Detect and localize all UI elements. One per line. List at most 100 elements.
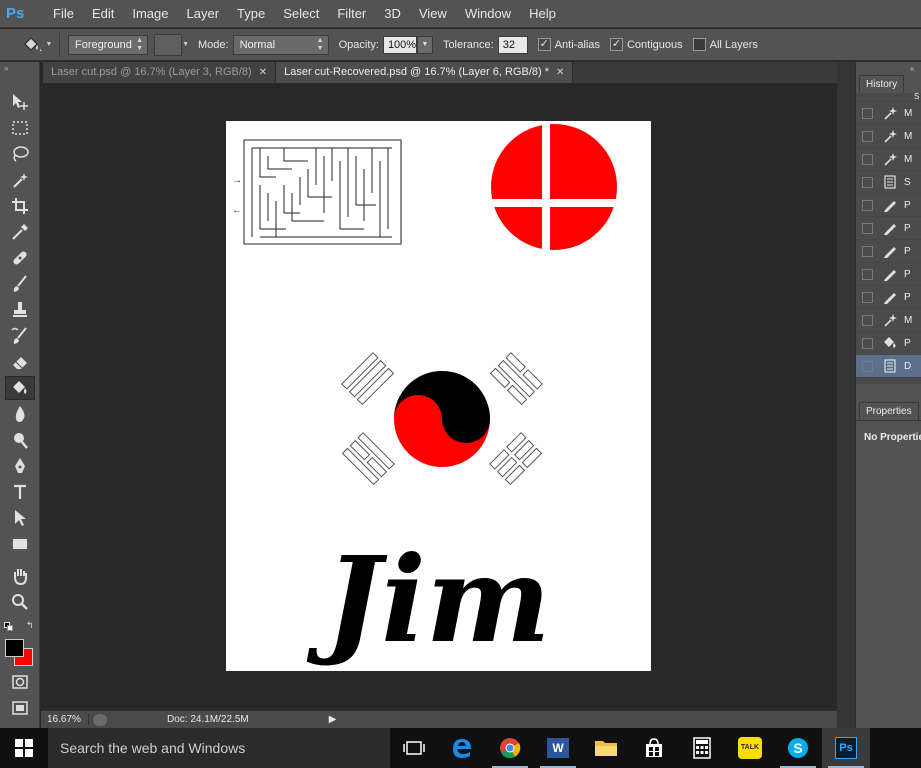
menu-view[interactable]: View [410, 0, 456, 28]
history-item[interactable]: M [856, 309, 921, 332]
close-icon[interactable]: ✕ [259, 67, 267, 78]
zoom-tool[interactable] [5, 590, 35, 614]
all-layers-checkbox[interactable] [692, 38, 706, 51]
history-item[interactable]: P [856, 217, 921, 240]
contiguous-checkbox[interactable]: ✓ [609, 38, 623, 51]
collapse-toolbar-icon[interactable]: » [4, 64, 8, 73]
zoom-level[interactable]: 16.67% [41, 714, 89, 725]
menu-filter[interactable]: Filter [328, 0, 375, 28]
marquee-tool[interactable] [5, 116, 35, 140]
history-snapshot-checkbox[interactable] [862, 291, 873, 303]
dodge-tool[interactable] [5, 428, 35, 452]
document-canvas[interactable]: → ← Jim [226, 121, 651, 671]
history-item[interactable]: P [856, 332, 921, 355]
move-tool[interactable] [5, 90, 35, 114]
history-snapshot-checkbox[interactable] [862, 337, 873, 349]
history-item[interactable]: M [856, 125, 921, 148]
blur-tool[interactable] [5, 402, 35, 426]
history-item-partial[interactable]: S [856, 93, 921, 102]
menu-layer[interactable]: Layer [178, 0, 229, 28]
menu-type[interactable]: Type [228, 0, 274, 28]
expand-dock-icon[interactable]: « [910, 64, 914, 73]
photoshop-taskbar-button[interactable]: Ps [822, 728, 870, 768]
screen-mode-button[interactable] [5, 696, 35, 720]
fill-source-select[interactable]: Foreground ▲ ▼ [68, 34, 148, 55]
history-brush-tool[interactable] [5, 324, 35, 348]
menu-image[interactable]: Image [123, 0, 177, 28]
paint-bucket-tool[interactable] [5, 376, 35, 400]
type-tool[interactable] [5, 480, 35, 504]
pattern-picker[interactable]: ▼ [154, 33, 189, 56]
history-snapshot-checkbox[interactable] [862, 245, 873, 257]
brush-icon [13, 275, 27, 292]
history-snapshot-checkbox[interactable] [862, 153, 873, 165]
menu-file[interactable]: File [44, 0, 83, 28]
menu-select[interactable]: Select [274, 0, 328, 28]
taskbar-search-box[interactable]: Search the web and Windows [48, 728, 390, 768]
lasso-tool[interactable] [5, 142, 35, 166]
file-explorer-button[interactable] [582, 728, 630, 768]
history-snapshot-checkbox[interactable] [862, 107, 873, 119]
photoshop-logo: Ps [6, 4, 25, 22]
history-item[interactable]: S [856, 171, 921, 194]
calculator-button[interactable] [678, 728, 726, 768]
status-info-icon[interactable] [93, 713, 107, 726]
history-label: P [904, 291, 911, 303]
history-item[interactable]: M [856, 148, 921, 171]
brush-tool[interactable] [5, 272, 35, 296]
chrome-button[interactable] [486, 728, 534, 768]
mode-select[interactable]: Normal ▲ ▼ [232, 34, 329, 55]
history-item[interactable]: P [856, 263, 921, 286]
history-item[interactable]: P [856, 194, 921, 217]
opacity-dropdown-button[interactable]: ▼ [416, 35, 433, 54]
history-snapshot-checkbox[interactable] [862, 360, 873, 372]
opacity-input[interactable]: 100% [382, 35, 417, 54]
foreground-color-swatch[interactable] [5, 639, 24, 657]
history-item[interactable]: P [856, 286, 921, 309]
tolerance-input[interactable]: 32 [497, 35, 528, 54]
task-view-button[interactable] [390, 728, 438, 768]
store-button[interactable] [630, 728, 678, 768]
edge-button[interactable] [438, 728, 486, 768]
word-button[interactable]: W [534, 728, 582, 768]
menu-3d[interactable]: 3D [375, 0, 410, 28]
history-snapshot-checkbox[interactable] [862, 268, 873, 280]
kakaotalk-icon: TALK [738, 737, 762, 759]
play-icon[interactable]: ▶ [329, 714, 337, 725]
path-selection-tool[interactable] [5, 506, 35, 530]
eyedropper-tool[interactable] [5, 220, 35, 244]
history-item[interactable]: D [856, 355, 921, 378]
menu-help[interactable]: Help [520, 0, 565, 28]
eraser-tool[interactable] [5, 350, 35, 374]
default-colors-icon[interactable] [4, 622, 14, 631]
history-snapshot-checkbox[interactable] [862, 222, 873, 234]
crop-tool[interactable] [5, 194, 35, 218]
history-snapshot-checkbox[interactable] [862, 176, 873, 188]
properties-tab[interactable]: Properties [859, 402, 919, 420]
history-item[interactable]: M [856, 102, 921, 125]
kakaotalk-button[interactable]: TALK [726, 728, 774, 768]
clone-stamp-tool[interactable] [5, 298, 35, 322]
menu-window[interactable]: Window [456, 0, 520, 28]
pen-tool[interactable] [5, 454, 35, 478]
anti-alias-checkbox[interactable]: ✓ [537, 38, 551, 51]
quick-mask-button[interactable] [5, 670, 35, 694]
hand-tool[interactable] [5, 564, 35, 588]
menu-edit[interactable]: Edit [83, 0, 123, 28]
canvas-area[interactable]: → ← Jim [41, 83, 837, 710]
history-item[interactable]: P [856, 240, 921, 263]
history-snapshot-checkbox[interactable] [862, 314, 873, 326]
tab-laser-cut[interactable]: Laser cut.psd @ 16.7% (Layer 3, RGB/8) ✕ [43, 62, 277, 83]
tool-preset-picker[interactable]: ▼ [14, 32, 60, 57]
shape-tool[interactable] [5, 532, 35, 556]
skype-button[interactable]: S [774, 728, 822, 768]
start-button[interactable] [0, 728, 48, 768]
history-snapshot-checkbox[interactable] [862, 130, 873, 142]
history-snapshot-checkbox[interactable] [862, 199, 873, 211]
swap-colors-icon[interactable]: ↰ [26, 620, 34, 631]
healing-brush-tool[interactable] [5, 246, 35, 270]
history-tab[interactable]: History [859, 75, 905, 93]
close-icon[interactable]: ✕ [556, 67, 564, 78]
magic-wand-tool[interactable] [5, 168, 35, 192]
tab-laser-cut-recovered[interactable]: Laser cut-Recovered.psd @ 16.7% (Layer 6… [276, 62, 574, 83]
